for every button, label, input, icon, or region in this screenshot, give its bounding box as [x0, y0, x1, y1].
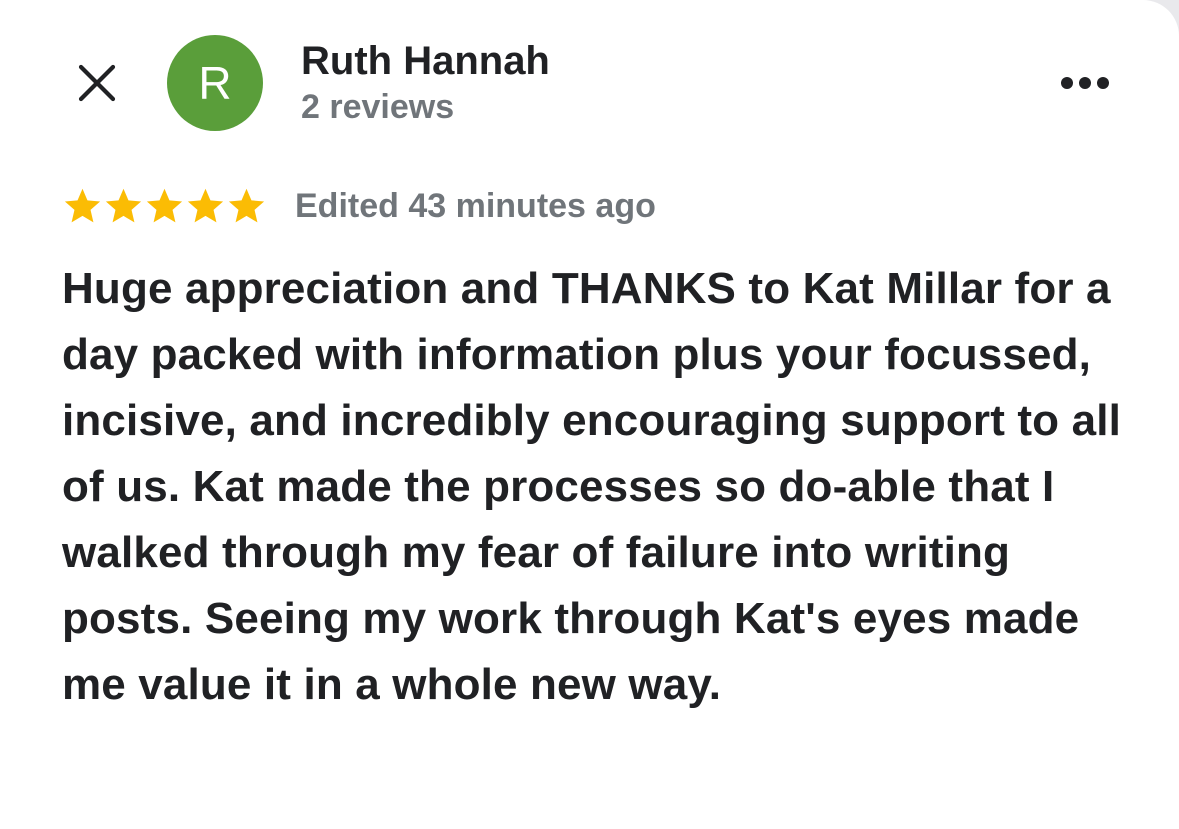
author-name[interactable]: Ruth Hannah	[301, 37, 550, 85]
close-icon	[78, 64, 116, 102]
star-rating	[62, 186, 267, 227]
close-button[interactable]	[70, 56, 124, 110]
star-icon	[187, 188, 224, 222]
star-icon	[146, 188, 183, 222]
star-icon	[105, 188, 142, 222]
rating-row: Edited 43 minutes ago	[62, 182, 656, 230]
avatar[interactable]: R	[167, 35, 263, 131]
review-count[interactable]: 2 reviews	[301, 86, 454, 128]
more-horizontal-icon	[1061, 77, 1109, 89]
star-icon	[64, 188, 101, 222]
review-text: Huge appreciation and THANKS to Kat Mill…	[62, 264, 1121, 709]
review-card: R Ruth Hannah 2 reviews Edited 43 minute…	[0, 0, 1179, 829]
more-options-button[interactable]	[1050, 58, 1120, 108]
avatar-initial: R	[198, 57, 232, 109]
star-icon	[228, 188, 265, 222]
edited-timestamp: Edited 43 minutes ago	[295, 186, 656, 225]
